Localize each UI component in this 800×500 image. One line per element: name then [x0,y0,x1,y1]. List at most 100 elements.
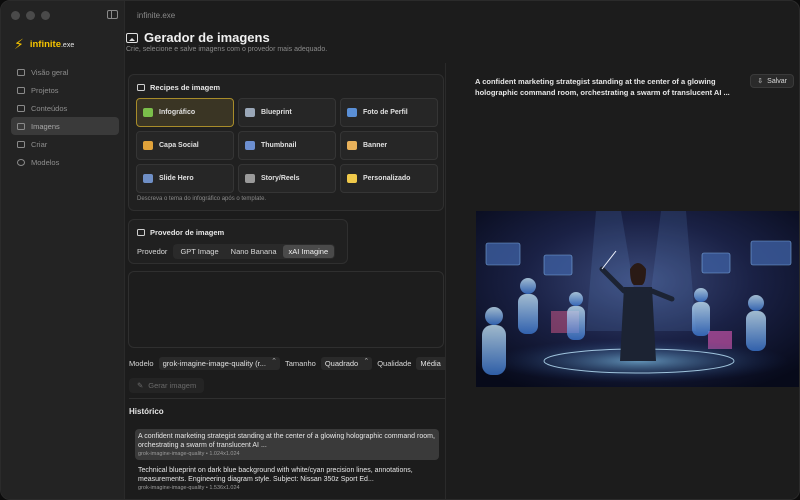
sidebar-item-imagens[interactable]: Imagens [11,117,119,135]
minimize-window-button[interactable] [26,11,35,20]
size-select[interactable]: Quadrado [320,357,373,370]
window-title: infinite.exe [137,11,176,20]
sidebar-item-projetos[interactable]: Projetos [11,81,119,99]
generate-label: Gerar imagem [148,381,197,390]
divider [129,398,445,399]
recipe-card[interactable]: Thumbnail [238,131,336,160]
sidebar-item-label: Modelos [31,157,60,167]
sidebar-item-conteudos[interactable]: Conteúdos [11,99,119,117]
image-icon [126,32,138,43]
app-window: ⚡ infinite.exe Visão geral Projetos Cont… [0,0,800,500]
history-item[interactable]: A confident marketing strategist standin… [135,429,439,461]
edit-icon [17,140,25,148]
provider-option[interactable]: GPT Image [174,245,224,258]
recipes-title: Recipes de imagem [137,83,220,92]
recipe-card-label: Thumbnail [261,142,297,149]
image-icon [137,84,145,91]
image-icon [137,229,145,236]
recipes-title-text: Recipes de imagem [150,83,221,92]
history-title: Histórico [129,407,164,416]
cube-icon [17,158,25,166]
provider-title-text: Provedor de imagem [150,228,225,237]
sidebar-item-label: Visão geral [31,67,69,77]
save-button[interactable]: ⇩ Salvar [750,74,794,88]
phone-icon [245,174,255,183]
sidebar-item-criar[interactable]: Criar [11,135,119,153]
main-content: infinite.exe Gerador de imagens Crie, se… [125,1,799,499]
recipe-card-label: Personalizado [363,175,411,182]
recipe-card-label: Blueprint [261,109,292,116]
generated-image [476,211,799,387]
history-list: A confident marketing strategist standin… [135,429,439,499]
close-window-button[interactable] [11,11,20,20]
model-select[interactable]: grok-imagine-image-quality (r... [158,357,280,370]
recipe-card[interactable]: Capa Social [136,131,234,160]
bar-chart-icon [143,141,153,150]
provider-title: Provedor de imagem [137,228,224,237]
triangle-ruler-icon [245,108,255,117]
provider-option[interactable]: Nano Banana [225,245,283,258]
wand-icon: ✎ [137,381,144,390]
folder-icon [17,86,25,94]
recipe-card[interactable]: Slide Hero [136,164,234,193]
recipe-card-label: Slide Hero [159,175,194,182]
brand-name: infinite.exe [29,38,75,50]
sidebar-item-label: Criar [31,139,48,149]
document-icon [17,104,25,112]
sidebar-item-label: Projetos [31,85,59,95]
image-icon [17,122,25,130]
recipe-card[interactable]: Banner [340,131,438,160]
ticket-icon [347,141,357,150]
generated-image-art [476,211,799,387]
provider-row: Provedor GPT Image Nano Banana xAI Imagine [137,244,336,259]
history-item-text: A confident marketing strategist standin… [138,433,435,450]
recipe-card-label: Infográfico [159,109,196,116]
play-icon [245,141,255,150]
recipe-grid: Infográfico Blueprint Foto de Perfil Capa S… [136,98,438,193]
history-item-meta: grok-imagine-image-quality • 1.024x1.024 [138,451,240,458]
size-label: Tamanho [284,359,316,368]
sidebar-toggle-icon[interactable] [107,10,118,19]
provider-panel: Provedor de imagem Provedor GPT Image Nan… [128,219,348,264]
preview-prompt: A confident marketing strategist standin… [475,77,730,97]
zoom-window-button[interactable] [41,11,50,20]
brand-logo[interactable]: ⚡ infinite.exe [14,37,74,51]
recipes-panel: Recipes de imagem Infográfico Blueprint Fo… [128,74,444,211]
provider-segmented-control: GPT Image Nano Banana xAI Imagine [173,244,336,259]
history-item[interactable]: Technical blueprint on dark blue backgro… [135,463,439,494]
page-subtitle: Crie, selecione e salve imagens com o pr… [126,46,328,53]
sparkles-icon [347,174,357,183]
sidebar-item-modelos[interactable]: Modelos [11,153,119,171]
recipes-hint: Descreva o tema do infográfico após o te… [137,196,267,202]
model-label: Modelo [129,359,154,368]
preview-pane: A confident marketing strategist standin… [445,63,799,499]
sidebar-item-label: Conteúdos [31,103,68,113]
recipe-card[interactable]: Infográfico [136,98,234,127]
person-icon [347,108,357,117]
save-icon: ⇩ [757,78,764,85]
sidebar-item-label: Imagens [31,121,60,131]
page-header: Gerador de imagens [126,30,270,45]
provider-option[interactable]: xAI Imagine [282,245,335,258]
recipe-card[interactable]: Personalizado [340,164,438,193]
chart-icon [143,108,153,117]
recipe-card[interactable]: Blueprint [238,98,336,127]
recipe-card[interactable]: Story/Reels [238,164,336,193]
window-controls [11,11,50,20]
sidebar-item-visao-geral[interactable]: Visão geral [11,63,119,81]
sidebar-nav: Visão geral Projetos Conteúdos Imagens C… [11,63,119,171]
recipe-card-label: Banner [363,142,388,149]
stats-icon [143,174,153,183]
recipe-card[interactable]: Foto de Perfil [340,98,438,127]
history-item-meta: grok-imagine-image-quality • 1.536x1.024 [138,485,240,492]
history-item-text: Technical blueprint on dark blue backgro… [138,467,413,484]
prompt-textarea[interactable] [128,271,444,348]
lightning-icon: ⚡ [14,36,24,52]
page-title: Gerador de imagens [144,30,270,45]
grid-icon [17,68,25,76]
provider-label: Provedor [137,247,168,256]
sidebar: ⚡ infinite.exe Visão geral Projetos Cont… [1,1,125,499]
recipe-card-label: Foto de Perfil [363,109,408,116]
generate-image-button[interactable]: ✎ Gerar imagem [129,378,205,393]
recipe-card-label: Story/Reels [261,175,300,182]
